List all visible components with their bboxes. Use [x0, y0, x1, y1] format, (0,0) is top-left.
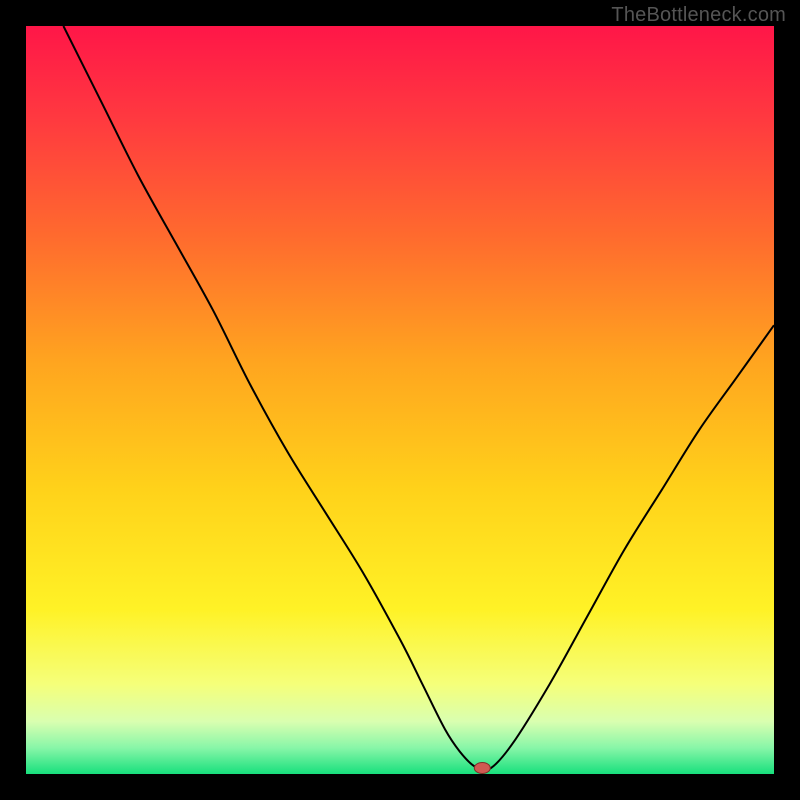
watermark-text: TheBottleneck.com — [611, 4, 786, 27]
gradient-background — [26, 26, 774, 774]
plot-area — [26, 26, 774, 774]
chart-frame: TheBottleneck.com — [0, 0, 800, 800]
bottleneck-chart-svg — [26, 26, 774, 774]
optimal-point-marker — [474, 763, 490, 774]
